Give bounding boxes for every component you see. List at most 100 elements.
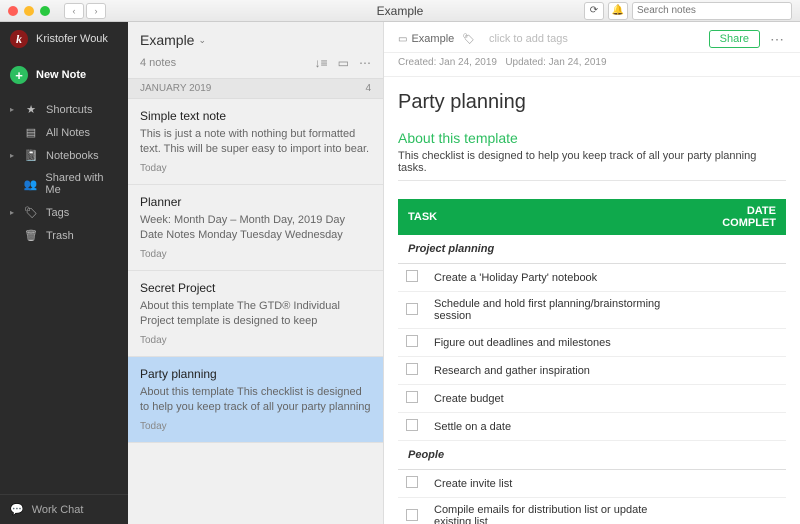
checkbox[interactable] <box>406 303 418 315</box>
search-input[interactable] <box>632 2 792 20</box>
share-button[interactable]: Share <box>709 30 760 48</box>
sidebar-item-label: Shortcuts <box>46 104 92 116</box>
work-chat-label: Work Chat <box>32 504 84 516</box>
notebook-icon: 📓 <box>24 149 38 162</box>
task-label: Settle on a date <box>426 413 685 441</box>
sync-icon[interactable]: ⟳ <box>584 2 604 20</box>
note-item-date: Today <box>140 335 371 346</box>
task-label: Research and gather inspiration <box>426 357 685 385</box>
notes-icon: ▤ <box>24 126 38 139</box>
note-item-preview: Week: Month Day – Month Day, 2019 Day Da… <box>140 213 371 243</box>
sidebar-item-tags[interactable]: ▸🏷Tags <box>0 201 128 224</box>
notebook-icon: ▭ <box>398 34 407 45</box>
task-row: Schedule and hold first planning/brainst… <box>398 292 786 329</box>
note-item-date: Today <box>140 421 371 432</box>
sidebar-item-trash[interactable]: 🗑Trash <box>0 224 128 247</box>
chat-icon: 💬 <box>10 503 24 516</box>
more-icon[interactable]: ⋯ <box>359 56 371 70</box>
note-item-title: Simple text note <box>140 109 371 123</box>
sidebar-item-allnotes[interactable]: ▤ All Notes <box>0 121 128 144</box>
checkbox[interactable] <box>406 335 418 347</box>
nav-forward[interactable]: › <box>86 3 106 19</box>
note-item-title: Party planning <box>140 367 371 381</box>
note-item[interactable]: Party planning About this template This c… <box>128 357 383 443</box>
note-item-date: Today <box>140 249 371 260</box>
sidebar: k Kristofer Wouk + New Note ▸★Shortcuts … <box>0 22 128 524</box>
note-item[interactable]: Simple text note This is just a note with… <box>128 99 383 185</box>
account-menu[interactable]: k Kristofer Wouk <box>0 22 128 56</box>
titlebar: ‹ › Example ⟳ 🔔 <box>0 0 800 22</box>
note-dates: Created: Jan 24, 2019 Updated: Jan 24, 2… <box>384 53 800 77</box>
sidebar-item-label: Notebooks <box>46 150 99 162</box>
checkbox[interactable] <box>406 270 418 282</box>
breadcrumb[interactable]: ▭Example <box>398 33 454 45</box>
star-icon: ★ <box>24 103 38 116</box>
task-row: Create budget <box>398 385 786 413</box>
note-item-preview: About this template This checklist is de… <box>140 385 371 415</box>
user-name: Kristofer Wouk <box>36 33 108 45</box>
note-list: Example⌄ 4 notes ↓≡ ▭ ⋯ JANUARY 20194 Si… <box>128 22 384 524</box>
add-tags[interactable]: click to add tags <box>489 33 568 45</box>
checkbox[interactable] <box>406 509 418 521</box>
task-label: Create invite list <box>426 470 685 498</box>
task-row: Compile emails for distribution list or … <box>398 498 786 524</box>
sidebar-item-shared[interactable]: 👥 Shared with Me <box>0 167 128 201</box>
note-count: 4 notes <box>140 57 176 69</box>
section-desc: This checklist is designed to help you k… <box>398 150 786 174</box>
zoom-window[interactable] <box>40 6 50 16</box>
sidebar-item-label: All Notes <box>46 127 90 139</box>
trash-icon: 🗑 <box>24 229 38 242</box>
task-label: Figure out deadlines and milestones <box>426 329 685 357</box>
col-task: TASK <box>398 199 685 235</box>
task-group: Project planning <box>398 235 786 264</box>
sidebar-item-notebooks[interactable]: ▸📓Notebooks <box>0 144 128 167</box>
checkbox[interactable] <box>406 476 418 488</box>
checkbox[interactable] <box>406 363 418 375</box>
sidebar-item-label: Tags <box>46 207 69 219</box>
note-title[interactable]: Party planning <box>398 91 786 114</box>
note-item-date: Today <box>140 163 371 174</box>
new-note-button[interactable]: + New Note <box>0 60 128 90</box>
people-icon: 👥 <box>24 178 38 191</box>
section-heading: About this template <box>398 130 786 146</box>
sidebar-item-label: Shared with Me <box>45 172 118 196</box>
note-detail: ▭Example 🏷 click to add tags Share ⋯ Cre… <box>384 22 800 524</box>
notifications-icon[interactable]: 🔔 <box>608 2 628 20</box>
note-item[interactable]: Secret ProjectAbout this template The GT… <box>128 271 383 357</box>
work-chat[interactable]: 💬 Work Chat <box>0 494 128 524</box>
close-window[interactable] <box>8 6 18 16</box>
notebook-title[interactable]: Example⌄ <box>140 32 371 48</box>
tag-icon: 🏷 <box>462 34 475 45</box>
sidebar-item-shortcuts[interactable]: ▸★Shortcuts <box>0 98 128 121</box>
note-item-title: Planner <box>140 195 371 209</box>
checkbox[interactable] <box>406 419 418 431</box>
note-item-preview: About this template The GTD® Individual … <box>140 299 371 329</box>
avatar: k <box>10 30 28 48</box>
task-row: Research and gather inspiration <box>398 357 786 385</box>
task-row: Settle on a date <box>398 413 786 441</box>
divider <box>398 180 786 181</box>
view-icon[interactable]: ▭ <box>338 56 349 70</box>
note-actions-icon[interactable]: ⋯ <box>768 31 786 48</box>
date-separator: JANUARY 20194 <box>128 78 383 99</box>
task-label: Compile emails for distribution list or … <box>426 498 685 524</box>
task-row: Create invite list <box>398 470 786 498</box>
sort-icon[interactable]: ↓≡ <box>315 56 328 70</box>
chevron-down-icon: ⌄ <box>198 35 206 46</box>
checkbox[interactable] <box>406 391 418 403</box>
col-date: DATE COMPLET <box>685 199 786 235</box>
nav-back[interactable]: ‹ <box>64 3 84 19</box>
task-row: Figure out deadlines and milestones <box>398 329 786 357</box>
task-group: People <box>398 441 786 470</box>
tag-icon: 🏷 <box>24 206 38 219</box>
note-item[interactable]: Planner Week: Month Day – Month Day, 2019… <box>128 185 383 271</box>
new-note-label: New Note <box>36 69 86 81</box>
minimize-window[interactable] <box>24 6 34 16</box>
task-label: Create budget <box>426 385 685 413</box>
note-item-preview: This is just a note with nothing but for… <box>140 127 371 157</box>
task-table: TASK DATE COMPLET Project planningCreate… <box>398 199 786 524</box>
task-label: Schedule and hold first planning/brainst… <box>426 292 685 329</box>
task-label: Create a 'Holiday Party' notebook <box>426 264 685 292</box>
task-row: Create a 'Holiday Party' notebook <box>398 264 786 292</box>
plus-icon: + <box>10 66 28 84</box>
